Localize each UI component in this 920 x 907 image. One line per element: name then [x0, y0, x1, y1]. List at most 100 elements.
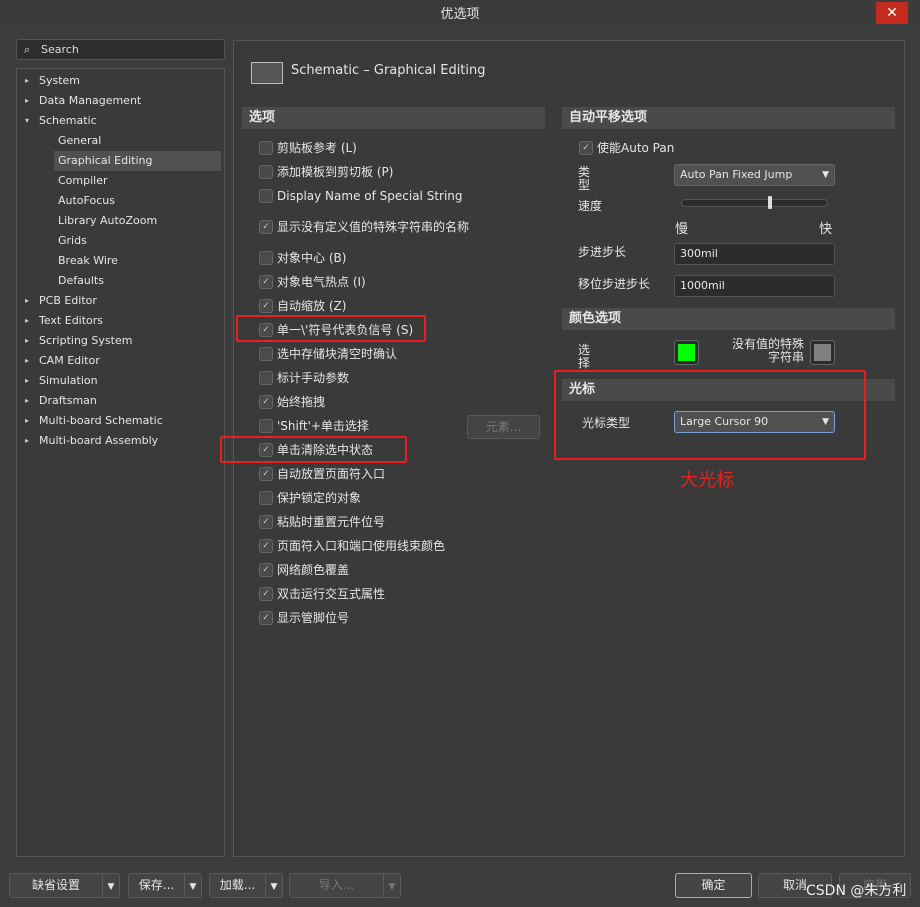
checkbox[interactable]: ✓	[259, 562, 273, 577]
option-checkbox[interactable]: ✓ 始终拖拽	[259, 392, 325, 410]
option-checkbox[interactable]: ✓ 粘贴时重置元件位号	[259, 512, 385, 530]
checkbox[interactable]: ✓	[579, 140, 593, 155]
tree-item[interactable]: ▸ Multi-board Assembly	[25, 431, 158, 451]
expand-arrow-icon[interactable]: ▸	[25, 371, 29, 391]
chevron-down-icon[interactable]: ▼	[384, 876, 400, 899]
tree-item[interactable]: General	[58, 131, 101, 151]
option-label: 保护锁定的对象	[277, 490, 362, 505]
novalue-color-swatch[interactable]	[810, 340, 835, 365]
option-label: 网络颜色覆盖	[277, 562, 350, 577]
search-input[interactable]: ⌕ Search	[16, 39, 225, 60]
option-checkbox[interactable]: ✓ 显示没有定义值的特殊字符串的名称	[259, 217, 469, 235]
tree-item[interactable]: ▸ Draftsman	[25, 391, 97, 411]
checkbox[interactable]: ✓	[259, 466, 273, 481]
checkbox[interactable]	[259, 370, 273, 385]
option-checkbox[interactable]: ✓ 页面符入口和端口使用线束颜色	[259, 536, 445, 554]
checkbox[interactable]: ✓	[259, 274, 273, 289]
expand-arrow-icon[interactable]: ▸	[25, 351, 29, 371]
option-checkbox[interactable]: ✓ 网络颜色覆盖	[259, 560, 349, 578]
tree-item[interactable]: ▸ Multi-board Schematic	[25, 411, 163, 431]
defaults-button[interactable]: 缺省设置 ▼	[9, 873, 120, 898]
chevron-down-icon[interactable]: ▼	[266, 876, 282, 899]
chevron-down-icon[interactable]: ▼	[103, 876, 119, 899]
tree-item-label: Grids	[58, 234, 87, 247]
option-checkbox[interactable]: 剪贴板参考 (L)	[259, 138, 357, 156]
expand-arrow-icon[interactable]: ▸	[25, 311, 29, 331]
expand-arrow-icon[interactable]: ▸	[25, 91, 29, 111]
checkbox[interactable]: ✓	[259, 514, 273, 529]
tree-item[interactable]: Graphical Editing	[54, 151, 221, 171]
step-input[interactable]: 300mil	[674, 243, 835, 265]
tree-item[interactable]: Compiler	[58, 171, 108, 191]
expand-arrow-icon[interactable]: ▸	[25, 431, 29, 451]
checkbox[interactable]: ✓	[259, 394, 273, 409]
checkbox[interactable]: ✓	[259, 586, 273, 601]
option-checkbox[interactable]: ✓ 双击运行交互式属性	[259, 584, 385, 602]
tree-item[interactable]: ▸ CAM Editor	[25, 351, 100, 371]
tree-item[interactable]: ▸ System	[25, 71, 80, 91]
import-button[interactable]: 导入... ▼	[289, 873, 401, 898]
checkbox[interactable]	[259, 140, 273, 155]
tree-item-label: Draftsman	[39, 394, 97, 407]
option-checkbox[interactable]: ✓ 自动放置页面符入口	[259, 464, 385, 482]
tree-item[interactable]: ▸ Simulation	[25, 371, 98, 391]
tree-item-label: Schematic	[39, 114, 97, 127]
tree-item-label: Text Editors	[39, 314, 104, 327]
slider-thumb[interactable]	[767, 196, 772, 209]
option-checkbox[interactable]: 选中存储块清空时确认	[259, 344, 397, 362]
option-checkbox[interactable]: ✓ 自动缩放 (Z)	[259, 296, 346, 314]
expand-arrow-icon[interactable]: ▸	[25, 411, 29, 431]
expand-arrow-icon[interactable]: ▾	[25, 111, 29, 131]
option-label: 对象中心 (B)	[277, 250, 347, 265]
enable-autopan-label: 使能Auto Pan	[597, 140, 675, 155]
checkbox[interactable]	[259, 418, 273, 433]
checkbox[interactable]	[259, 188, 273, 203]
option-label: 对象电气热点 (I)	[277, 274, 366, 289]
checkbox[interactable]: ✓	[259, 538, 273, 553]
checkbox[interactable]	[259, 164, 273, 179]
option-checkbox[interactable]: 对象中心 (B)	[259, 248, 346, 266]
checkbox[interactable]: ✓	[259, 610, 273, 625]
chevron-down-icon[interactable]: ▼	[185, 876, 201, 899]
tree-item[interactable]: Defaults	[58, 271, 104, 291]
option-checkbox[interactable]: Display Name of Special String	[259, 186, 463, 204]
option-checkbox[interactable]: 'Shift'+单击选择	[259, 416, 369, 434]
tree-item[interactable]: ▸ Scripting System	[25, 331, 133, 351]
option-checkbox[interactable]: 添加模板到剪切板 (P)	[259, 162, 393, 180]
cursor-annotation: 大光标	[680, 470, 734, 491]
tree-item[interactable]: ▾ Schematic	[25, 111, 97, 131]
option-checkbox[interactable]: 标计手动参数	[259, 368, 349, 386]
tree-item[interactable]: AutoFocus	[58, 191, 115, 211]
checkbox[interactable]: ✓	[259, 298, 273, 313]
checkbox[interactable]	[259, 490, 273, 505]
tree-item-label: Scripting System	[39, 334, 133, 347]
checkbox[interactable]	[259, 250, 273, 265]
load-button[interactable]: 加载... ▼	[209, 873, 283, 898]
selection-color-swatch[interactable]	[674, 340, 699, 365]
option-label: 添加模板到剪切板 (P)	[277, 164, 394, 179]
enable-autopan-checkbox[interactable]: ✓ 使能Auto Pan	[579, 138, 674, 156]
checkbox[interactable]	[259, 346, 273, 361]
speed-slider[interactable]	[681, 196, 828, 209]
save-button[interactable]: 保存... ▼	[128, 873, 202, 898]
shift-step-input[interactable]: 1000mil	[674, 275, 835, 297]
tree-item[interactable]: Break Wire	[58, 251, 118, 271]
close-button[interactable]: ✕	[876, 2, 908, 24]
checkbox[interactable]: ✓	[259, 219, 273, 234]
expand-arrow-icon[interactable]: ▸	[25, 291, 29, 311]
tree-item[interactable]: Library AutoZoom	[58, 211, 157, 231]
expand-arrow-icon[interactable]: ▸	[25, 71, 29, 91]
page-title: Schematic – Graphical Editing	[291, 63, 486, 78]
ok-button[interactable]: 确定	[675, 873, 752, 898]
elements-button[interactable]: 元素...	[467, 415, 540, 439]
tree-item[interactable]: ▸ Data Management	[25, 91, 141, 111]
tree-item[interactable]: ▸ Text Editors	[25, 311, 104, 331]
tree-item[interactable]: Grids	[58, 231, 87, 251]
expand-arrow-icon[interactable]: ▸	[25, 331, 29, 351]
option-checkbox[interactable]: ✓ 对象电气热点 (I)	[259, 272, 366, 290]
autopan-type-dropdown[interactable]: Auto Pan Fixed Jump ▼	[674, 164, 835, 186]
option-checkbox[interactable]: 保护锁定的对象	[259, 488, 361, 506]
expand-arrow-icon[interactable]: ▸	[25, 391, 29, 411]
option-checkbox[interactable]: ✓ 显示管脚位号	[259, 608, 349, 626]
tree-item[interactable]: ▸ PCB Editor	[25, 291, 97, 311]
